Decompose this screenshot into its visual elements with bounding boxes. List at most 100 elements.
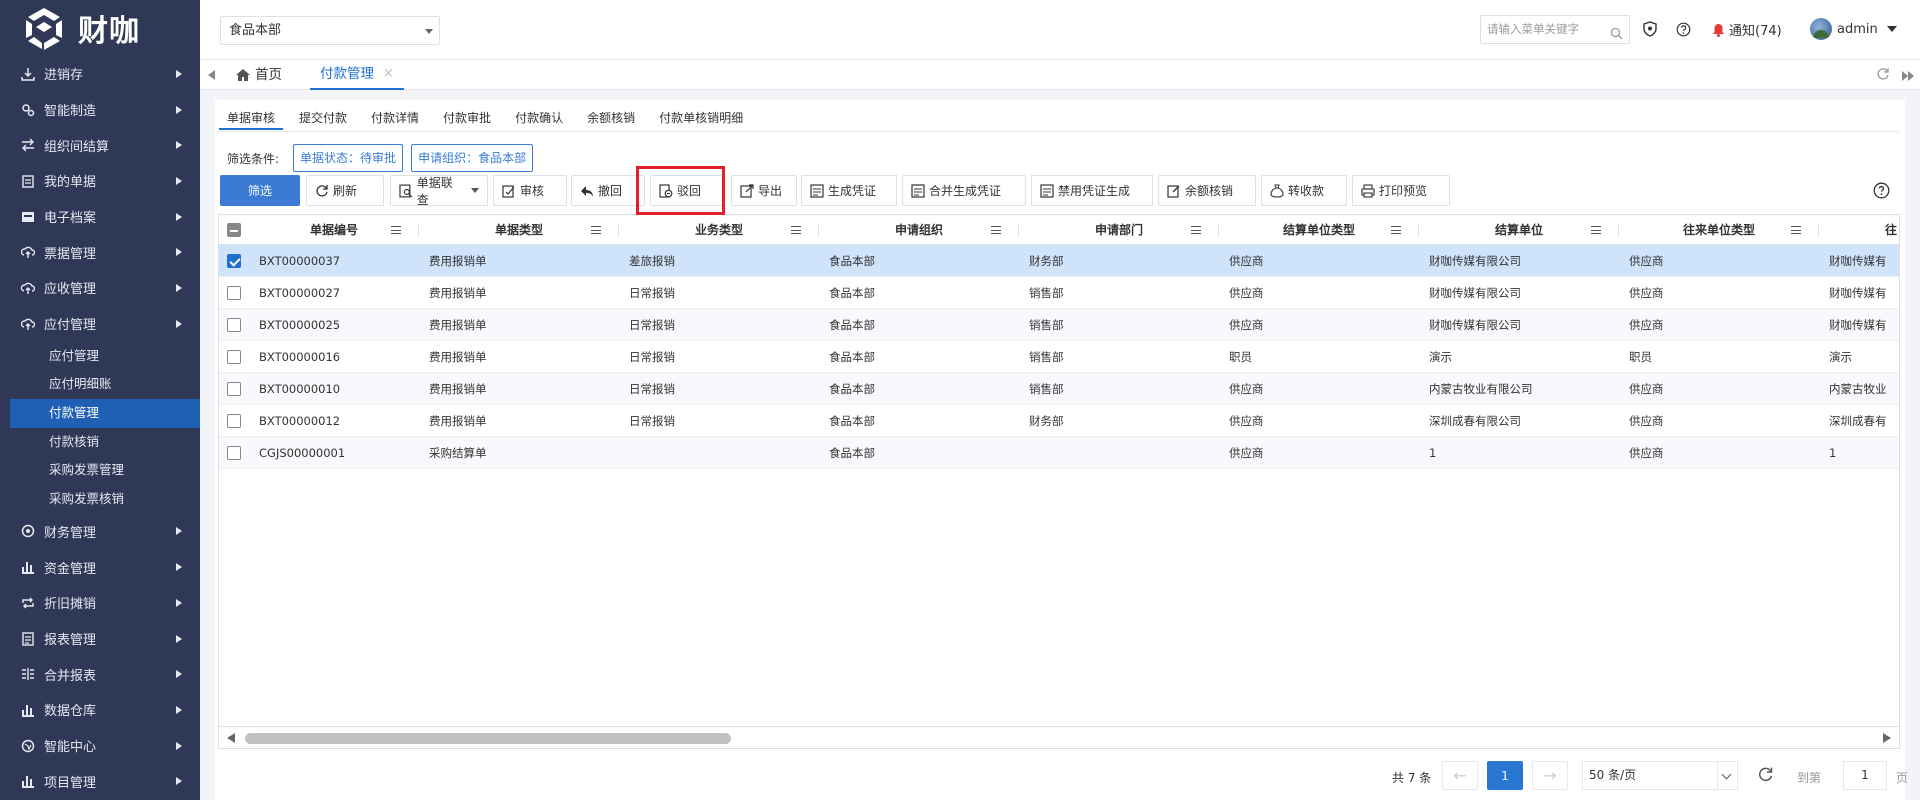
select-all-checkbox[interactable] xyxy=(227,223,241,237)
column-header[interactable]: 单据类型 xyxy=(419,215,619,245)
row-checkbox[interactable] xyxy=(227,285,241,300)
subtab-payment-confirm[interactable]: 付款确认 xyxy=(507,106,571,130)
sidebar-item-funds[interactable]: 资金管理 xyxy=(0,549,200,585)
sidebar-item-data-warehouse[interactable]: 数据仓库 xyxy=(0,692,200,728)
sidebar-item-consolidated-reports[interactable]: 合并报表 xyxy=(0,656,200,692)
user-menu[interactable]: admin xyxy=(1810,18,1897,40)
notification-button[interactable]: 通知(74) xyxy=(1712,20,1782,39)
table-row[interactable]: BXT00000012 费用报销单 日常报销 食品本部 财务部 供应商 深圳成春有限公司 供应… xyxy=(219,405,1899,437)
table-row[interactable]: BXT00000010 费用报销单 日常报销 食品本部 销售部 供应商 内蒙古牧业有限公司 供… xyxy=(219,373,1899,405)
print-preview-button[interactable]: 打印预览 xyxy=(1352,175,1450,206)
tab-payment-management[interactable]: 付款管理 × xyxy=(310,60,404,90)
column-menu-icon[interactable] xyxy=(991,226,1001,234)
row-checkbox[interactable] xyxy=(227,381,241,396)
row-checkbox[interactable] xyxy=(227,253,241,268)
table-row[interactable]: CGJS00000001 采购结算单 食品本部 供应商 1 供应商 1 xyxy=(219,437,1899,469)
current-page-button[interactable]: 1 xyxy=(1487,761,1523,790)
submenu-item-purchase-invoice[interactable]: 采购发票管理 xyxy=(0,456,200,485)
prev-page-button[interactable]: ← xyxy=(1442,761,1478,790)
column-menu-icon[interactable] xyxy=(1791,226,1801,234)
export-button[interactable]: 导出 xyxy=(731,175,797,206)
row-checkbox[interactable] xyxy=(227,445,241,460)
column-header[interactable]: 结算单位类型 xyxy=(1219,215,1419,245)
column-header[interactable]: 申请部门 xyxy=(1019,215,1219,245)
scroll-left-icon[interactable] xyxy=(227,733,235,743)
tab-home[interactable]: 首页 xyxy=(226,60,292,90)
column-menu-icon[interactable] xyxy=(1391,226,1401,234)
column-menu-icon[interactable] xyxy=(1191,226,1201,234)
column-header[interactable]: 往 xyxy=(1819,215,1899,245)
column-header[interactable]: 申请组织 xyxy=(819,215,1019,245)
close-icon[interactable]: × xyxy=(383,59,394,89)
submenu-item-payment-writeoff[interactable]: 付款核销 xyxy=(0,428,200,457)
sidebar-item-depreciation[interactable]: 折旧摊销 xyxy=(0,585,200,621)
subtab-submit-payment[interactable]: 提交付款 xyxy=(291,106,355,130)
search-icon[interactable] xyxy=(1610,23,1623,50)
filter-button[interactable]: 筛选 xyxy=(220,175,300,206)
balance-writeoff-button[interactable]: 余额核销 xyxy=(1158,175,1256,206)
withdraw-button[interactable]: 撤回 xyxy=(571,175,645,206)
help-icon[interactable] xyxy=(1674,20,1692,38)
sidebar-item-manufacturing[interactable]: 智能制造 xyxy=(0,92,200,128)
sidebar-item-e-archive[interactable]: 电子档案 xyxy=(0,199,200,235)
refresh-button[interactable]: 刷新 xyxy=(306,175,384,206)
tabs-scroll-right-icon[interactable] xyxy=(1902,70,1914,81)
subtab-writeoff-detail[interactable]: 付款单核销明细 xyxy=(651,106,751,130)
scroll-right-icon[interactable] xyxy=(1883,733,1891,743)
table-row[interactable]: BXT00000016 费用报销单 日常报销 食品本部 销售部 职员 演示 职员 演示 xyxy=(219,341,1899,373)
subtab-payment-detail[interactable]: 付款详情 xyxy=(363,106,427,130)
linked-query-button[interactable]: 单据联查 xyxy=(390,175,488,207)
column-header[interactable]: 单据编号 xyxy=(249,215,419,245)
column-header[interactable]: 往来单位类型 xyxy=(1619,215,1819,245)
refresh-icon[interactable] xyxy=(1757,766,1774,786)
row-checkbox[interactable] xyxy=(227,317,241,332)
table-row[interactable]: BXT00000025 费用报销单 日常报销 食品本部 销售部 供应商 财咖传媒有限公司 供应… xyxy=(219,309,1899,341)
scrollbar-thumb[interactable] xyxy=(245,733,731,744)
submenu-item-payment-management[interactable]: 付款管理 xyxy=(10,398,200,428)
goto-page-input[interactable]: 1 xyxy=(1843,761,1887,790)
shield-icon[interactable] xyxy=(1641,20,1659,38)
sidebar-item-inventory[interactable]: 进销存 xyxy=(0,56,200,92)
column-menu-icon[interactable] xyxy=(391,226,401,234)
column-header[interactable]: 业务类型 xyxy=(619,215,819,245)
org-select[interactable]: 食品本部 xyxy=(220,16,440,45)
disable-voucher-button[interactable]: 禁用凭证生成 xyxy=(1031,175,1153,206)
reject-button[interactable]: 驳回 xyxy=(650,175,724,206)
horizontal-scrollbar[interactable] xyxy=(219,726,1899,748)
filter-chip-status[interactable]: 单据状态：待审批 xyxy=(293,144,404,172)
sidebar-item-receivables[interactable]: 应收管理 xyxy=(0,270,200,306)
column-menu-icon[interactable] xyxy=(1591,226,1601,234)
sidebar-item-smart-center[interactable]: 智能中心 xyxy=(0,728,200,764)
submenu-item-payables-ledger[interactable]: 应付明细账 xyxy=(0,370,200,399)
column-menu-icon[interactable] xyxy=(591,226,601,234)
transfer-receipt-button[interactable]: 转收款 xyxy=(1261,175,1347,206)
sidebar-item-payables[interactable]: 应付管理 xyxy=(0,306,200,342)
sidebar-item-reports[interactable]: 报表管理 xyxy=(0,621,200,657)
table-row[interactable]: BXT00000027 费用报销单 日常报销 食品本部 销售部 供应商 财咖传媒有限公司 供应… xyxy=(219,277,1899,309)
sidebar-item-my-documents[interactable]: 我的单据 xyxy=(0,163,200,199)
sidebar-item-projects[interactable]: 项目管理 xyxy=(0,763,200,799)
subtab-balance-writeoff[interactable]: 余额核销 xyxy=(579,106,643,130)
submenu-item-payables[interactable]: 应付管理 xyxy=(0,342,200,371)
page-size-select[interactable]: 50 条/页 xyxy=(1582,761,1738,790)
menu-search-input[interactable]: 请输入菜单关键字 xyxy=(1480,15,1630,44)
table-row[interactable]: BXT00000037 费用报销单 差旅报销 食品本部 财务部 供应商 财咖传媒有限公司 供应… xyxy=(219,245,1899,277)
sidebar-item-bill-management[interactable]: 票据管理 xyxy=(0,234,200,270)
sidebar-item-finance[interactable]: 财务管理 xyxy=(0,514,200,550)
filter-chip-org[interactable]: 申请组织：食品本部 xyxy=(411,144,534,172)
refresh-tab-icon[interactable] xyxy=(1876,67,1890,84)
audit-button[interactable]: 审核 xyxy=(493,175,567,206)
next-page-button[interactable]: → xyxy=(1532,761,1568,790)
merge-voucher-button[interactable]: 合并生成凭证 xyxy=(902,175,1026,206)
row-checkbox[interactable] xyxy=(227,349,241,364)
help-icon[interactable] xyxy=(1873,182,1890,202)
tabs-scroll-left-icon[interactable] xyxy=(208,70,215,80)
generate-voucher-button[interactable]: 生成凭证 xyxy=(801,175,897,206)
column-header[interactable]: 结算单位 xyxy=(1419,215,1619,245)
subtab-payment-approval[interactable]: 付款审批 xyxy=(435,106,499,130)
submenu-item-purchase-invoice-writeoff[interactable]: 采购发票核销 xyxy=(0,485,200,514)
subtab-doc-audit[interactable]: 单据审核 xyxy=(219,106,284,130)
column-menu-icon[interactable] xyxy=(791,226,801,234)
sidebar-item-interorg-settlement[interactable]: 组织间结算 xyxy=(0,127,200,163)
row-checkbox[interactable] xyxy=(227,413,241,428)
